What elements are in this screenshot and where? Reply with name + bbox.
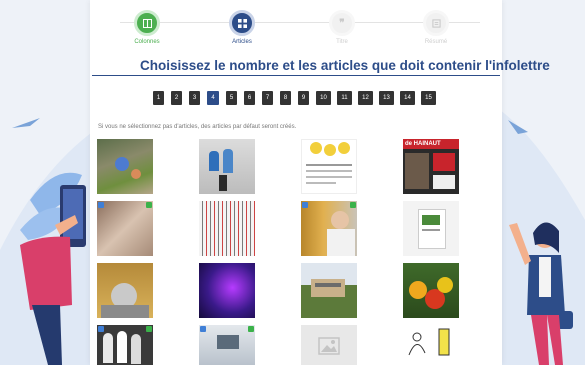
page-button-7[interactable]: 7 — [262, 91, 273, 105]
page-button-11[interactable]: 11 — [337, 91, 352, 105]
step-colonnes[interactable]: Colonnes — [117, 10, 177, 45]
step-titre[interactable]: ❞ Titre — [312, 10, 372, 45]
article-image-sketch[interactable] — [403, 325, 459, 365]
article-image-kids-wall[interactable] — [199, 139, 255, 194]
article-image-placeholder[interactable] — [301, 325, 357, 365]
add-icon[interactable] — [146, 202, 152, 208]
article-image-smiley-doc[interactable] — [301, 139, 357, 194]
page-button-10[interactable]: 10 — [316, 91, 331, 105]
step-articles[interactable]: Articles — [212, 10, 272, 45]
page-button-13[interactable]: 13 — [379, 91, 394, 105]
article-image-pattern[interactable] — [199, 201, 255, 256]
page-button-4[interactable]: 4 — [207, 91, 219, 105]
summary-icon — [423, 10, 449, 36]
article-image-vegetables[interactable] — [403, 263, 459, 318]
page-button-12[interactable]: 12 — [358, 91, 373, 105]
page-button-5[interactable]: 5 — [226, 91, 237, 105]
page-button-8[interactable]: 8 — [280, 91, 291, 105]
page-button-1[interactable]: 1 — [153, 91, 164, 105]
quote-icon: ❞ — [329, 10, 355, 36]
step-label: Articles — [232, 39, 252, 45]
grid-icon — [229, 10, 255, 36]
page-title: Choisissez le nombre et les articles que… — [140, 58, 550, 73]
page-button-3[interactable]: 3 — [189, 91, 200, 105]
selected-check-icon[interactable] — [98, 326, 104, 332]
woman-with-phone-illustration — [20, 185, 86, 365]
page-button-9[interactable]: 9 — [298, 91, 309, 105]
article-image-library[interactable] — [301, 201, 357, 256]
page-button-6[interactable]: 6 — [244, 91, 255, 105]
page-button-14[interactable]: 14 — [400, 91, 415, 105]
article-image-building[interactable] — [301, 263, 357, 318]
add-icon[interactable] — [248, 326, 254, 332]
newspaper-masthead: de HAINAUT — [403, 139, 459, 149]
article-image-desk[interactable] — [199, 325, 255, 365]
article-image-hands[interactable] — [97, 201, 153, 256]
selected-check-icon[interactable] — [302, 202, 308, 208]
article-image-newspaper[interactable]: de HAINAUT — [403, 139, 459, 194]
add-icon[interactable] — [350, 202, 356, 208]
step-label: Titre — [336, 39, 348, 45]
step-label: Colonnes — [134, 39, 160, 45]
add-icon[interactable] — [146, 326, 152, 332]
helper-text: Si vous ne sélectionnez pas d'articles, … — [98, 124, 297, 130]
article-image-kettle[interactable] — [97, 263, 153, 318]
step-resume[interactable]: Résumé — [406, 10, 466, 45]
page-button-2[interactable]: 2 — [171, 91, 182, 105]
wizard-panel: Colonnes Articles ❞ Titre Résumé Choisis… — [90, 0, 550, 365]
article-image-booklet[interactable] — [403, 201, 459, 256]
woman-with-bag-illustration — [509, 222, 573, 365]
title-divider — [92, 75, 500, 76]
page-button-15[interactable]: 15 — [421, 91, 436, 105]
image-placeholder-icon — [318, 337, 340, 355]
article-image-figures[interactable] — [97, 325, 153, 365]
selected-check-icon[interactable] — [98, 202, 104, 208]
columns-icon — [134, 10, 160, 36]
article-image-purple-light[interactable] — [199, 263, 255, 318]
selected-check-icon[interactable] — [200, 326, 206, 332]
step-label: Résumé — [424, 39, 448, 45]
article-image-garden[interactable] — [97, 139, 153, 194]
